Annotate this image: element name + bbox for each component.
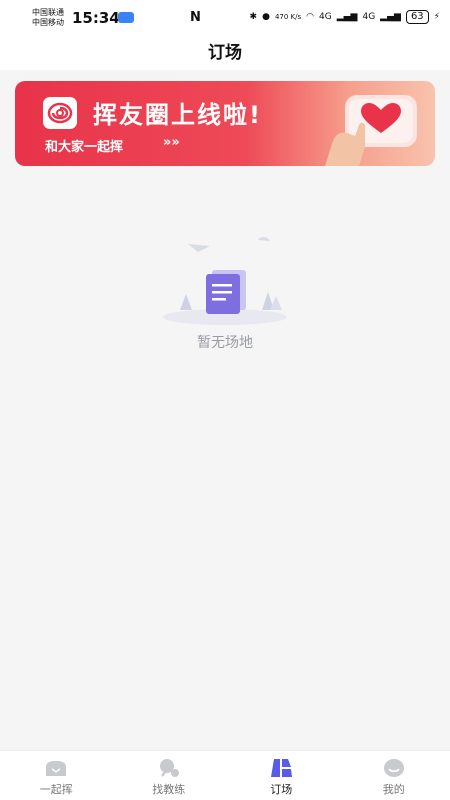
bluetooth-icon: ✱: [249, 12, 258, 22]
status-indicators: ✱ ● 470 K/s ◠ 4G ▂▄▆ 4G ▂▄▆ 63 ⚡: [250, 10, 440, 24]
tab-court[interactable]: 订场: [225, 751, 338, 800]
notification-badge-icon: [118, 12, 134, 23]
carrier-2: 中国移动: [32, 18, 64, 27]
tab-label-court: 订场: [270, 783, 293, 796]
tab-label-home: 一起挥: [39, 783, 73, 796]
banner-title: 挥友圈上线啦!: [93, 101, 262, 129]
carrier-1: 中国联通: [32, 8, 64, 17]
banner-subtitle: 和大家一起挥: [45, 140, 124, 155]
promo-banner[interactable]: 挥友圈上线啦! 和大家一起挥 »»: [15, 81, 435, 166]
signal-bars-icon: ▂▄▆: [380, 12, 401, 22]
nfc-icon: N: [190, 10, 201, 25]
coach-icon: [159, 759, 179, 777]
status-bar: 中国联通 中国移动 15:34 N ✱ ● 470 K/s ◠ 4G ▂▄▆ 4…: [0, 0, 450, 36]
wifi-icon: ◠: [306, 12, 314, 22]
heart-button-illustration: [325, 95, 417, 166]
tab-coach[interactable]: 找教练: [113, 751, 226, 800]
court-icon: [271, 759, 293, 777]
header: 订场: [0, 36, 450, 70]
tab-label-profile: 我的: [382, 783, 405, 796]
chevrons-right-icon: »»: [163, 135, 180, 150]
empty-state-text: 暂无场地: [197, 335, 253, 351]
location-icon: ●: [262, 12, 270, 22]
battery-level: 63: [405, 10, 429, 24]
bottom-tab-bar: 一起挥 找教练 订场 我的: [0, 750, 450, 800]
status-time: 15:34: [72, 9, 120, 27]
signal-2-label: 4G: [362, 12, 376, 22]
tab-home[interactable]: 一起挥: [0, 751, 113, 800]
empty-state-illustration: [163, 237, 287, 325]
tab-label-coach: 找教练: [152, 783, 186, 796]
signal-bars-icon: ▂▄▆: [336, 12, 358, 22]
tab-profile[interactable]: 我的: [338, 751, 450, 800]
page-title: 订场: [208, 43, 242, 63]
profile-icon: [383, 759, 404, 777]
signal-1-label: 4G: [319, 12, 332, 22]
home-icon: [46, 761, 67, 776]
charging-icon: ⚡: [433, 12, 440, 22]
net-speed: 470 K/s: [274, 13, 302, 21]
carrier-names: 中国联通 中国移动: [32, 8, 64, 28]
app-logo-icon: [43, 97, 77, 129]
